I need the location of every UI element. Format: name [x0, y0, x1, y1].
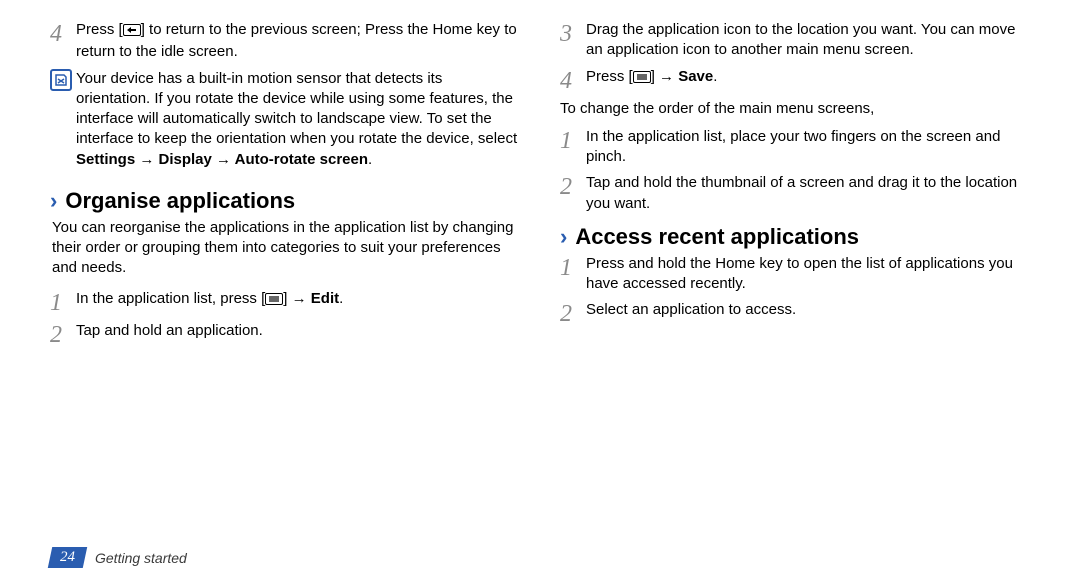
organise-step-2: 2 Tap and hold an application.: [50, 321, 520, 347]
step-body: In the application list, place your two …: [586, 127, 1030, 168]
change-step-1: 1 In the application list, place your tw…: [560, 127, 1030, 168]
text-bold: Save: [678, 68, 713, 85]
organise-step-1: 1 In the application list, press [ ] → Ed…: [50, 289, 520, 315]
step-body: Tap and hold an application.: [76, 321, 520, 341]
left-column: 4 Press [] to return to the previous scr…: [50, 20, 520, 353]
left-step-4: 4 Press [] to return to the previous scr…: [50, 20, 520, 63]
text: ] →: [283, 290, 311, 307]
note-icon: [50, 69, 72, 91]
access-step-1: 1 Press and hold the Home key to open th…: [560, 254, 1030, 295]
step-number: 4: [50, 20, 76, 46]
step-body: Press [ ] → Save.: [586, 67, 1030, 89]
text-bold: Settings → Display → Auto-rotate screen: [76, 151, 368, 168]
access-step-2: 2 Select an application to access.: [560, 300, 1030, 326]
right-column: 3 Drag the application icon to the locat…: [560, 20, 1030, 353]
text-bold: Edit: [311, 290, 339, 307]
change-step-2: 2 Tap and hold the thumbnail of a screen…: [560, 173, 1030, 214]
back-key-icon: [123, 22, 141, 42]
page-number-badge: 24: [48, 547, 87, 568]
text: ] →: [651, 68, 679, 85]
step-body: Tap and hold the thumbnail of a screen a…: [586, 173, 1030, 214]
note-block: Your device has a built-in motion sensor…: [50, 69, 520, 170]
note-icon-wrap: [50, 69, 76, 91]
text: Press [: [586, 68, 633, 85]
step-body: Press [] to return to the previous scree…: [76, 20, 520, 63]
page-footer: 24 Getting started: [50, 547, 187, 568]
organise-intro: You can reorganise the applications in t…: [52, 218, 520, 279]
text: Your device has a built-in motion sensor…: [76, 70, 517, 148]
text: ] to return to the previous screen; Pres…: [76, 21, 517, 60]
note-body: Your device has a built-in motion sensor…: [76, 69, 520, 170]
step-body: In the application list, press [ ] → Edit…: [76, 289, 520, 311]
text: Press [: [76, 21, 123, 38]
page-columns: 4 Press [] to return to the previous scr…: [50, 20, 1030, 353]
right-step-3: 3 Drag the application icon to the locat…: [560, 20, 1030, 61]
page-number: 24: [60, 549, 75, 566]
chevron-icon: ›: [50, 190, 57, 212]
heading-text: Organise applications: [65, 188, 295, 214]
text: In the application list, press [: [76, 290, 265, 307]
step-body: Drag the application icon to the locatio…: [586, 20, 1030, 61]
step-number: 2: [50, 321, 76, 347]
step-body: Select an application to access.: [586, 300, 1030, 320]
menu-key-icon: [265, 291, 283, 311]
footer-section: Getting started: [95, 550, 187, 566]
text: .: [713, 68, 717, 85]
step-number: 3: [560, 20, 586, 46]
menu-key-icon: [633, 69, 651, 89]
heading-text: Access recent applications: [575, 224, 859, 250]
right-step-4: 4 Press [ ] → Save.: [560, 67, 1030, 93]
text: .: [339, 290, 343, 307]
change-order-intro: To change the order of the main menu scr…: [560, 99, 1030, 119]
step-number: 4: [560, 67, 586, 93]
text: .: [368, 151, 372, 168]
step-number: 1: [560, 127, 586, 153]
access-heading: › Access recent applications: [560, 224, 1030, 250]
step-number: 1: [560, 254, 586, 280]
step-body: Press and hold the Home key to open the …: [586, 254, 1030, 295]
chevron-icon: ›: [560, 226, 567, 248]
step-number: 2: [560, 300, 586, 326]
step-number: 1: [50, 289, 76, 315]
step-number: 2: [560, 173, 586, 199]
organise-heading: › Organise applications: [50, 188, 520, 214]
